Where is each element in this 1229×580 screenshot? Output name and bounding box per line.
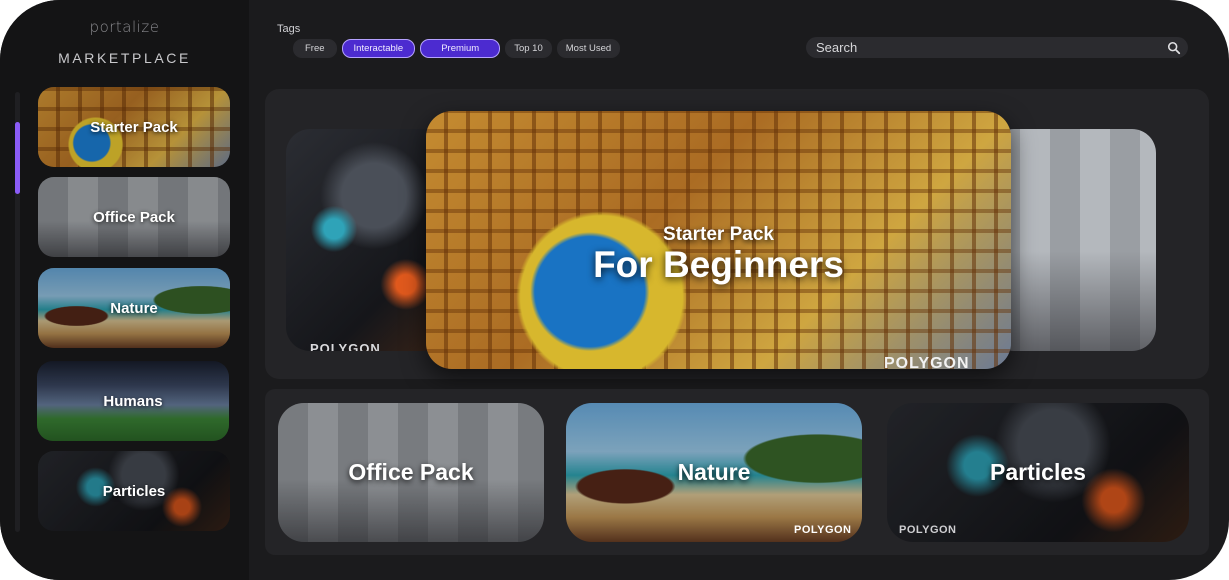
sidebar-item-particles[interactable]: Particles	[38, 451, 230, 531]
carousel-prev-card[interactable]: POLYGON	[286, 129, 446, 351]
app-window: portalize MARKETPLACE Starter Pack Offic…	[0, 0, 1229, 580]
polygon-watermark: POLYGON	[794, 524, 852, 536]
tag-chip-interactable[interactable]: Interactable	[341, 39, 416, 58]
tag-chip-free[interactable]: Free	[293, 39, 337, 58]
polygon-watermark: POLYGON	[884, 355, 970, 369]
pack-card-label: Particles	[990, 459, 1086, 485]
sidebar-item-label: Humans	[103, 392, 163, 410]
sidebar-item-humans[interactable]: Humans	[37, 361, 229, 441]
portalize-logo[interactable]: portalize	[0, 18, 249, 36]
tag-chip-most-used[interactable]: Most Used	[556, 39, 621, 58]
sidebar-scrollbar[interactable]	[15, 92, 20, 532]
sidebar-item-label: Particles	[102, 482, 166, 500]
pack-card-label: Nature	[677, 459, 751, 485]
tags-title: Tags	[277, 23, 301, 35]
search-icon[interactable]	[1167, 41, 1181, 55]
search-bar[interactable]	[806, 37, 1188, 58]
sidebar-item-nature[interactable]: Nature	[38, 268, 230, 348]
section-title: MARKETPLACE	[58, 50, 191, 66]
sidebar-item-label: Nature	[110, 299, 158, 317]
pack-card-office-pack[interactable]: Office Pack	[278, 403, 544, 542]
tag-chip-group: Free Interactable Premium Top 10 Most Us…	[293, 39, 621, 58]
search-input[interactable]	[814, 37, 1167, 58]
scrollbar-thumb[interactable]	[15, 122, 20, 194]
hero-subtitle: Starter Pack	[663, 224, 774, 245]
polygon-watermark: POLYGON	[899, 524, 957, 536]
sidebar-item-label: Office Pack	[93, 208, 175, 226]
carousel-next-card[interactable]	[990, 129, 1156, 351]
sidebar-item-starter-pack[interactable]: Starter Pack	[38, 87, 230, 167]
featured-card-starter-pack[interactable]: Starter Pack For Beginners POLYGON	[426, 111, 1011, 369]
pack-card-particles[interactable]: Particles POLYGON	[887, 403, 1189, 542]
sidebar: portalize MARKETPLACE Starter Pack Offic…	[0, 0, 249, 580]
tag-chip-premium[interactable]: Premium	[420, 39, 501, 58]
polygon-watermark: POLYGON	[310, 341, 381, 351]
pack-card-nature[interactable]: Nature POLYGON	[566, 403, 862, 542]
pack-card-label: Office Pack	[348, 459, 474, 485]
tag-chip-top-10[interactable]: Top 10	[505, 39, 552, 58]
sidebar-item-label: Starter Pack	[90, 118, 178, 136]
sidebar-item-office-pack[interactable]: Office Pack	[38, 177, 230, 257]
hero-title: For Beginners	[593, 244, 844, 285]
